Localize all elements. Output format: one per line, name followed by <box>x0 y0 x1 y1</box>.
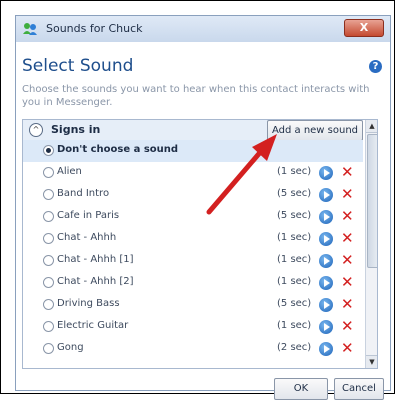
annotation-arrow-icon <box>206 134 277 215</box>
screenshot-frame: Sounds for Chuck X Select Sound ? Choose… <box>0 0 395 400</box>
